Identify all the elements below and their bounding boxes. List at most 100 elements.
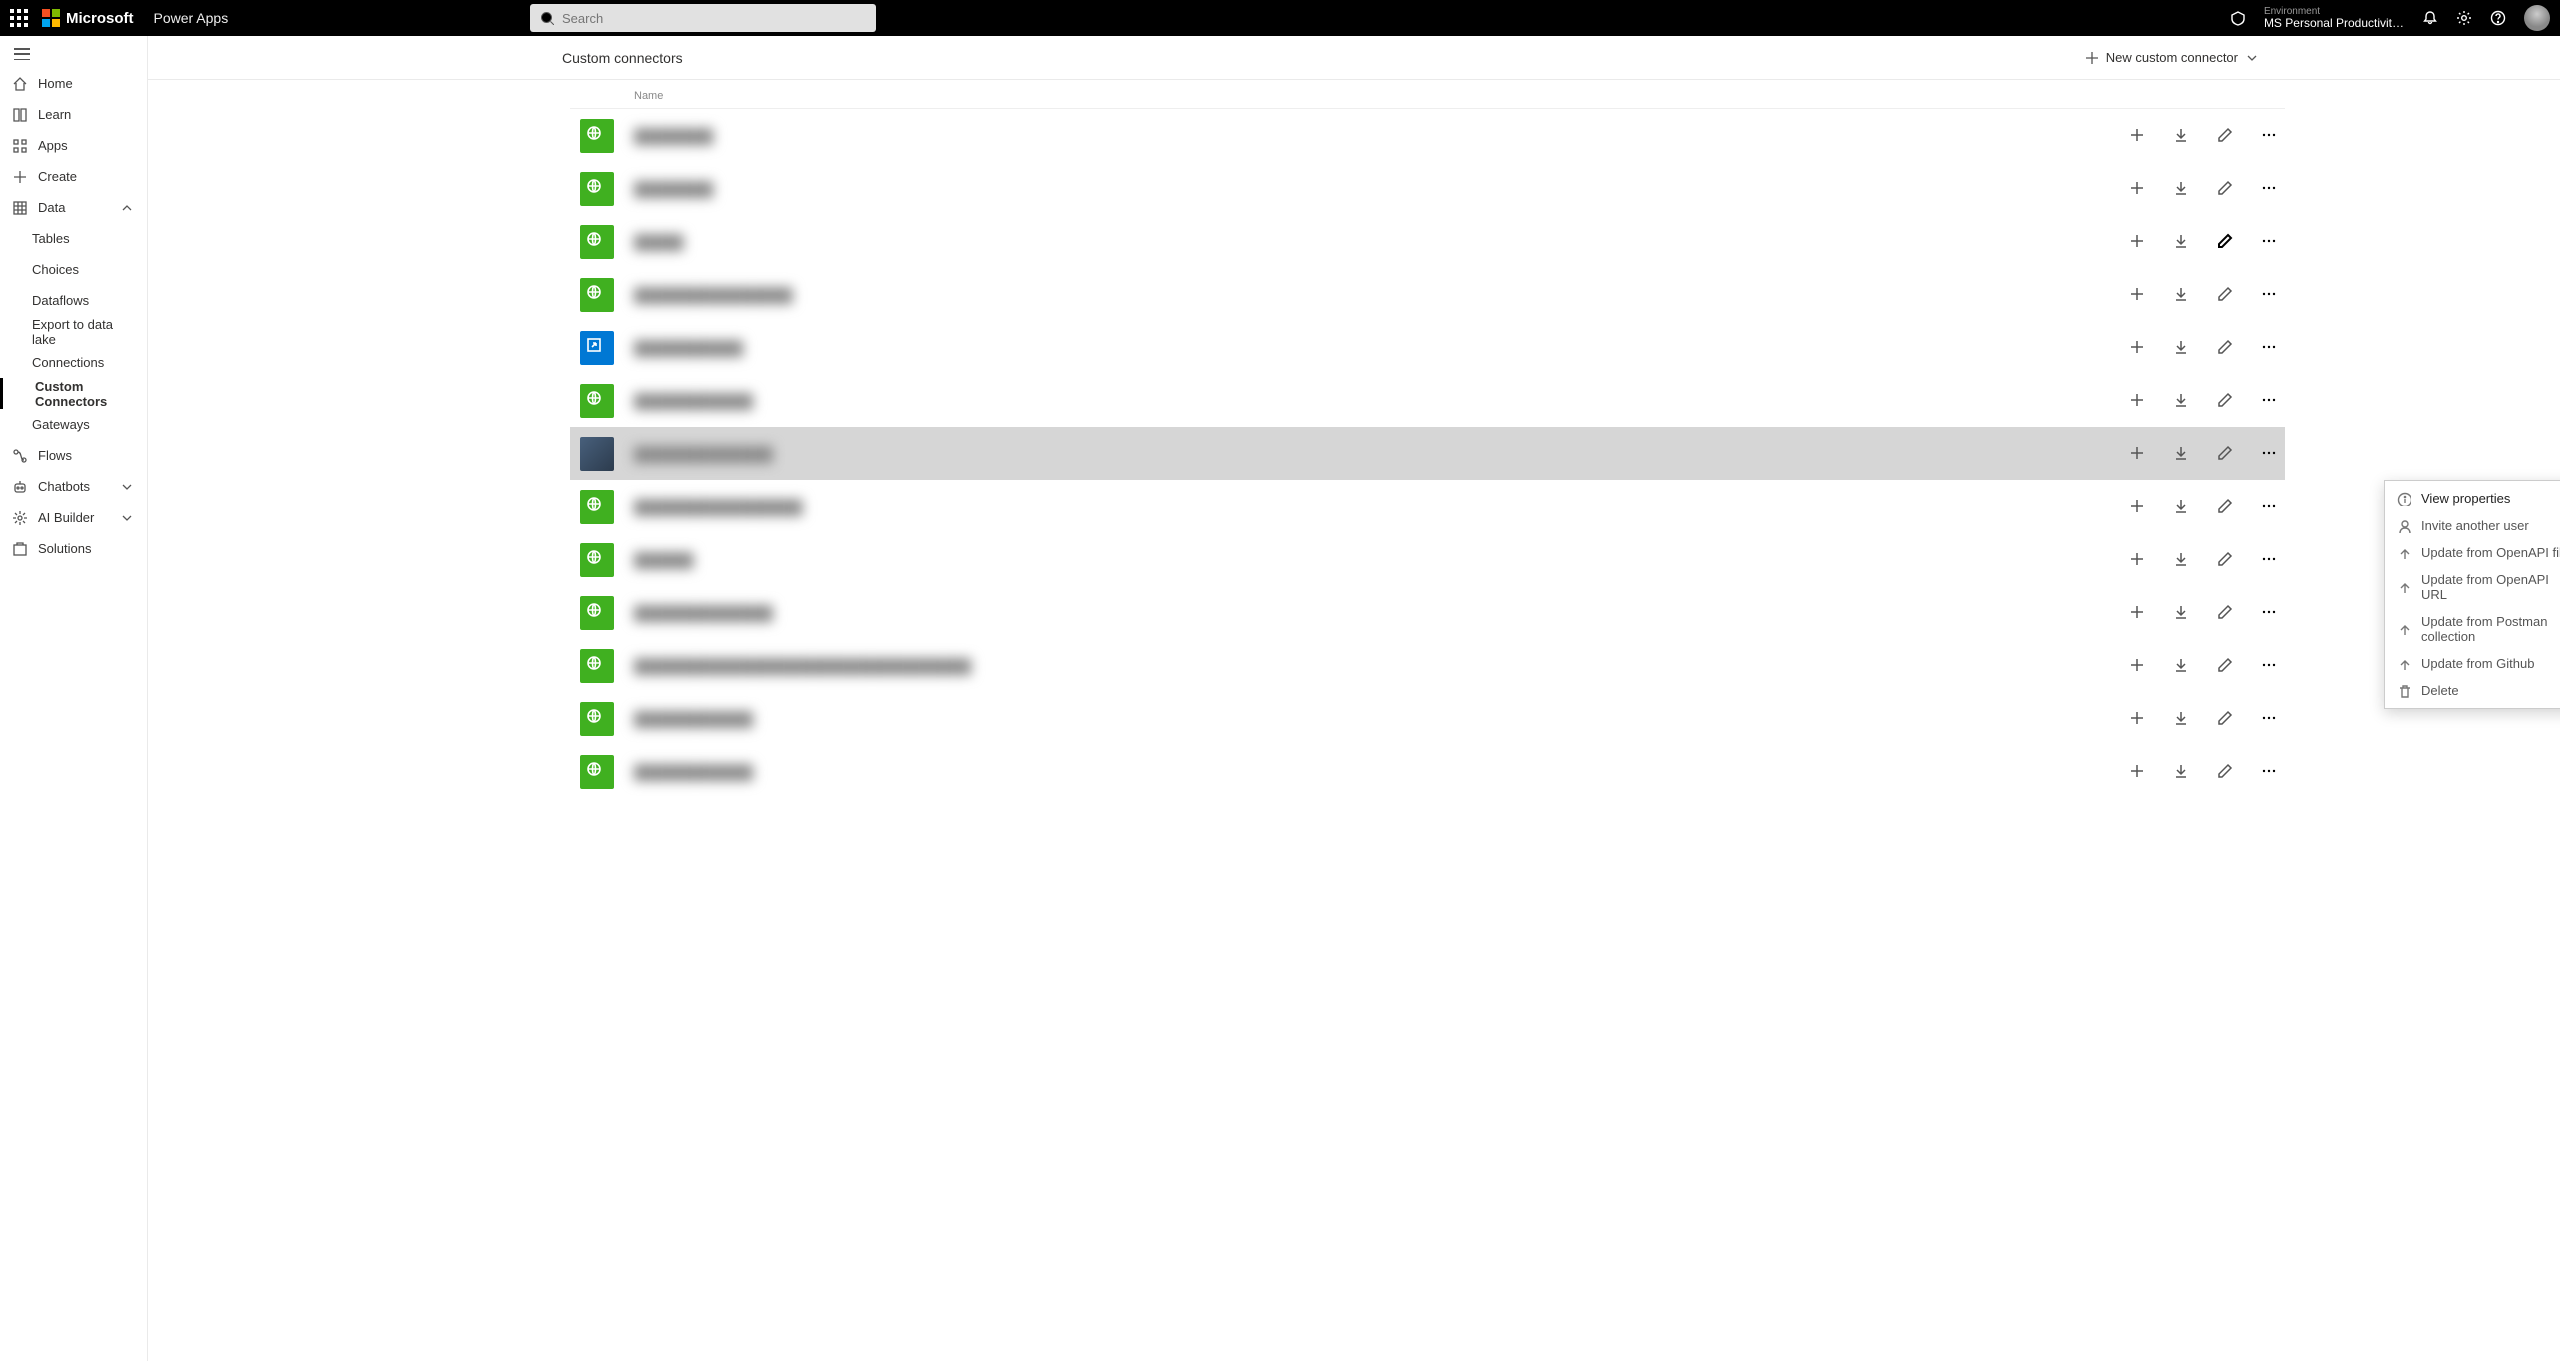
connector-row[interactable]: ████████████ <box>570 374 2285 427</box>
sidebar-item-learn[interactable]: Learn <box>0 99 147 130</box>
download-button[interactable] <box>2173 339 2191 357</box>
hamburger-icon[interactable] <box>14 48 30 60</box>
context-menu-invite-another-user[interactable]: Invite another user <box>2385 512 2560 539</box>
download-button[interactable] <box>2173 763 2191 781</box>
connector-name[interactable]: ██████ <box>634 552 2129 568</box>
context-menu-update-from-openapi-file[interactable]: Update from OpenAPI file <box>2385 539 2560 566</box>
more-button[interactable] <box>2261 657 2279 675</box>
sidebar-item-choices[interactable]: Choices <box>0 254 147 285</box>
new-custom-connector-button[interactable]: New custom connector <box>2084 50 2260 66</box>
download-button[interactable] <box>2173 286 2191 304</box>
edit-button[interactable] <box>2217 498 2235 516</box>
context-menu-delete[interactable]: Delete <box>2385 677 2560 704</box>
download-button[interactable] <box>2173 551 2191 569</box>
sidebar-item-flows[interactable]: Flows <box>0 440 147 471</box>
add-button[interactable] <box>2129 657 2147 675</box>
sidebar-item-create[interactable]: Create <box>0 161 147 192</box>
more-button[interactable] <box>2261 551 2279 569</box>
download-button[interactable] <box>2173 392 2191 410</box>
context-menu-update-from-openapi-url[interactable]: Update from OpenAPI URL <box>2385 566 2560 608</box>
sidebar-item-data[interactable]: Data <box>0 192 147 223</box>
connector-name[interactable]: ████████ <box>634 128 2129 144</box>
context-menu-update-from-github[interactable]: Update from Github <box>2385 650 2560 677</box>
edit-button[interactable] <box>2217 710 2235 728</box>
more-button[interactable] <box>2261 710 2279 728</box>
search-input[interactable] <box>562 11 866 26</box>
connector-row[interactable]: ███████████ <box>570 321 2285 374</box>
connector-row[interactable]: ██████████████ <box>570 427 2285 480</box>
microsoft-logo[interactable]: Microsoft <box>42 9 134 27</box>
add-button[interactable] <box>2129 339 2147 357</box>
add-button[interactable] <box>2129 498 2147 516</box>
connector-name[interactable]: ██████████████ <box>634 605 2129 621</box>
sidebar-item-home[interactable]: Home <box>0 68 147 99</box>
sidebar-item-solutions[interactable]: Solutions <box>0 533 147 564</box>
more-button[interactable] <box>2261 180 2279 198</box>
edit-button[interactable] <box>2217 286 2235 304</box>
environment-icon[interactable] <box>2230 10 2246 26</box>
edit-button[interactable] <box>2217 392 2235 410</box>
sidebar-item-connections[interactable]: Connections <box>0 347 147 378</box>
connector-name[interactable]: █████████████████ <box>634 499 2129 515</box>
connector-row[interactable]: █████████████████ <box>570 480 2285 533</box>
connector-row[interactable]: ████████████████ <box>570 268 2285 321</box>
notifications-icon[interactable] <box>2422 10 2438 26</box>
download-button[interactable] <box>2173 180 2191 198</box>
sidebar-item-ai-builder[interactable]: AI Builder <box>0 502 147 533</box>
download-button[interactable] <box>2173 233 2191 251</box>
context-menu-view-properties[interactable]: View properties <box>2385 485 2560 512</box>
connector-row[interactable]: ████████████ <box>570 745 2285 798</box>
app-launcher-icon[interactable] <box>10 9 28 27</box>
more-button[interactable] <box>2261 339 2279 357</box>
more-button[interactable] <box>2261 392 2279 410</box>
connector-name[interactable]: ████████████████ <box>634 287 2129 303</box>
environment-selector[interactable]: Environment MS Personal Productivit… <box>2264 6 2404 30</box>
more-button[interactable] <box>2261 127 2279 145</box>
connector-row[interactable]: ████████████ <box>570 692 2285 745</box>
connector-name[interactable]: █████ <box>634 234 2129 250</box>
edit-button[interactable] <box>2217 604 2235 622</box>
download-button[interactable] <box>2173 710 2191 728</box>
app-name[interactable]: Power Apps <box>154 10 229 26</box>
more-button[interactable] <box>2261 233 2279 251</box>
add-button[interactable] <box>2129 233 2147 251</box>
sidebar-item-apps[interactable]: Apps <box>0 130 147 161</box>
add-button[interactable] <box>2129 127 2147 145</box>
add-button[interactable] <box>2129 604 2147 622</box>
add-button[interactable] <box>2129 710 2147 728</box>
connector-name[interactable]: ████████ <box>634 181 2129 197</box>
sidebar-item-export-to-data-lake[interactable]: Export to data lake <box>0 316 147 347</box>
download-button[interactable] <box>2173 498 2191 516</box>
download-button[interactable] <box>2173 127 2191 145</box>
edit-button[interactable] <box>2217 180 2235 198</box>
sidebar-item-gateways[interactable]: Gateways <box>0 409 147 440</box>
add-button[interactable] <box>2129 551 2147 569</box>
help-icon[interactable] <box>2490 10 2506 26</box>
sidebar-item-tables[interactable]: Tables <box>0 223 147 254</box>
edit-button[interactable] <box>2217 657 2235 675</box>
edit-button[interactable] <box>2217 763 2235 781</box>
connector-row[interactable]: ████████ <box>570 109 2285 162</box>
edit-button[interactable] <box>2217 127 2235 145</box>
more-button[interactable] <box>2261 604 2279 622</box>
connector-row[interactable]: █████ <box>570 215 2285 268</box>
edit-button[interactable] <box>2217 339 2235 357</box>
settings-icon[interactable] <box>2456 10 2472 26</box>
connector-name[interactable]: ██████████████████████████████████ <box>634 658 2129 674</box>
context-menu-update-from-postman-collection[interactable]: Update from Postman collection <box>2385 608 2560 650</box>
more-button[interactable] <box>2261 445 2279 463</box>
sidebar-item-dataflows[interactable]: Dataflows <box>0 285 147 316</box>
edit-button[interactable] <box>2217 551 2235 569</box>
connector-row[interactable]: ██████ <box>570 533 2285 586</box>
connector-name[interactable]: ████████████ <box>634 711 2129 727</box>
connector-name[interactable]: ████████████ <box>634 393 2129 409</box>
add-button[interactable] <box>2129 763 2147 781</box>
add-button[interactable] <box>2129 445 2147 463</box>
add-button[interactable] <box>2129 286 2147 304</box>
column-header-name[interactable]: Name <box>570 80 2285 109</box>
download-button[interactable] <box>2173 604 2191 622</box>
download-button[interactable] <box>2173 445 2191 463</box>
more-button[interactable] <box>2261 763 2279 781</box>
connector-name[interactable]: ███████████ <box>634 340 2129 356</box>
connector-name[interactable]: ██████████████ <box>634 446 2129 462</box>
